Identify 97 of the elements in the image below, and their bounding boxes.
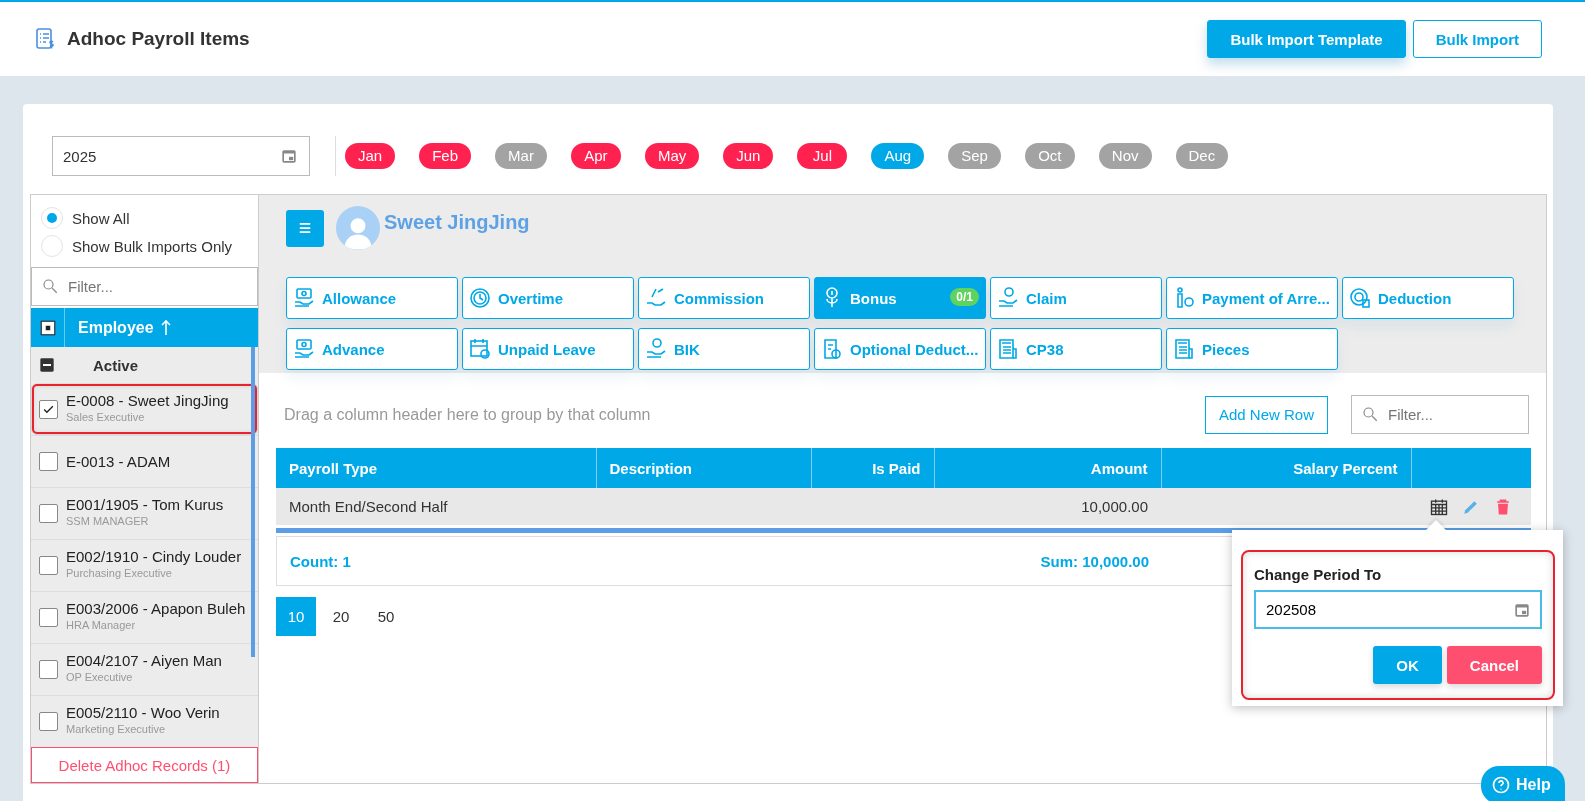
- table-cell: 10,000.00: [934, 488, 1161, 525]
- page-size-button[interactable]: 50: [366, 597, 406, 636]
- calendar-coin-icon: [468, 337, 492, 361]
- month-pill[interactable]: Sep: [948, 143, 1001, 169]
- checkbox[interactable]: [39, 608, 58, 627]
- employee-item[interactable]: E-0008 - Sweet JingJing Sales Executive: [31, 383, 258, 435]
- employee-role: HRA Manager: [66, 619, 137, 631]
- category-tab[interactable]: BIK: [638, 328, 810, 370]
- employee-role: OP Executive: [66, 671, 134, 683]
- month-pill[interactable]: Oct: [1024, 143, 1075, 169]
- search-icon: [41, 277, 59, 295]
- search-icon: [1361, 405, 1379, 423]
- coin-icon: [1348, 286, 1372, 310]
- month-pill[interactable]: Jun: [723, 143, 774, 169]
- employee-name: E-0008 - Sweet JingJing: [66, 392, 229, 409]
- column-header[interactable]: Description: [596, 448, 811, 488]
- filter-field[interactable]: Filter...: [1351, 395, 1529, 434]
- month-pill[interactable]: May: [644, 143, 700, 169]
- help-button[interactable]: Help: [1481, 766, 1565, 801]
- coin-hand-icon: [644, 337, 668, 361]
- ok-button[interactable]: OK: [1373, 646, 1442, 684]
- column-header[interactable]: Salary Percent: [1161, 448, 1411, 488]
- document-icon: [996, 337, 1020, 361]
- sum-summary: Sum: 10,000.00: [1039, 552, 1149, 570]
- employee-name: E-0013 - ADAM: [66, 453, 171, 470]
- help-icon: [1491, 775, 1511, 795]
- employee-role: Sales Executive: [66, 411, 146, 423]
- category-tab[interactable]: CP38: [990, 328, 1162, 370]
- employee-name: E005/2110 - Woo Verin: [66, 704, 220, 721]
- count-badge: 0/1: [950, 288, 979, 306]
- category-tab[interactable]: Pieces: [1166, 328, 1338, 370]
- month-pill[interactable]: Nov: [1098, 143, 1152, 169]
- employee-name: E001/1905 - Tom Kurus: [66, 496, 224, 513]
- month-pill[interactable]: Feb: [419, 143, 472, 169]
- checkbox[interactable]: [39, 504, 58, 523]
- delete-records-button[interactable]: Delete Adhoc Records (1): [31, 747, 258, 783]
- money-hand-icon: [292, 337, 316, 361]
- document-icon: [1172, 337, 1196, 361]
- filter-field[interactable]: Filter...: [31, 267, 258, 306]
- cancel-button[interactable]: Cancel: [1446, 646, 1542, 684]
- category-tab[interactable]: Payment of Arre...: [1166, 277, 1338, 319]
- column-header[interactable]: Is Paid: [811, 448, 934, 488]
- menu-button[interactable]: [286, 209, 324, 247]
- category-tab[interactable]: Deduction: [1342, 277, 1514, 319]
- month-pill[interactable]: Aug: [871, 143, 925, 169]
- coin-hand-icon: [996, 286, 1020, 310]
- category-tab[interactable]: Overtime: [462, 277, 634, 319]
- employee-role: Marketing Executive: [66, 723, 167, 735]
- column-header[interactable]: Amount: [934, 448, 1161, 488]
- employee-role: SSM MANAGER: [66, 515, 150, 527]
- select-all-checkbox[interactable]: [38, 318, 57, 337]
- clock-icon: [468, 286, 492, 310]
- period-field[interactable]: 202508: [1254, 590, 1542, 629]
- month-pill[interactable]: Apr: [570, 143, 621, 169]
- category-tab[interactable]: Optional Deduct...: [814, 328, 986, 370]
- column-header[interactable]: Employee: [78, 318, 154, 337]
- employee-role: Purchasing Executive: [66, 567, 173, 579]
- add-row-button[interactable]: Add New Row: [1204, 395, 1328, 434]
- bulk-import-button[interactable]: Bulk Import: [1412, 20, 1542, 58]
- category-tab[interactable]: Advance: [286, 328, 458, 370]
- category-tab[interactable]: Unpaid Leave: [462, 328, 634, 370]
- radio-option[interactable]: Show Bulk Imports Only: [41, 235, 258, 257]
- collapse-icon[interactable]: [39, 357, 55, 373]
- page-title: Adhoc Payroll Items: [67, 28, 251, 50]
- month-pill[interactable]: Mar: [495, 143, 547, 169]
- employee-name: E004/2107 - Aiyen Man: [66, 652, 222, 669]
- group-label: Active: [93, 356, 139, 374]
- checkbox[interactable]: [39, 452, 58, 471]
- employee-item[interactable]: E004/2107 - Aiyen Man OP Executive: [31, 643, 258, 695]
- month-pill[interactable]: Jan: [345, 143, 396, 169]
- employee-name: E003/2006 - Apapon Buleh: [66, 600, 246, 617]
- group-hint: Drag a column header here to group by that column: [284, 405, 652, 424]
- year-field[interactable]: 2025: [52, 136, 310, 176]
- month-pill[interactable]: Dec: [1175, 143, 1229, 169]
- radio-option[interactable]: Show All: [41, 207, 258, 229]
- month-pill[interactable]: Jul: [797, 143, 848, 169]
- receipt-icon: [33, 26, 57, 52]
- checkbox[interactable]: [39, 660, 58, 679]
- money-hand-icon: [292, 286, 316, 310]
- dialog-title: Change Period To: [1254, 566, 1383, 583]
- category-tab[interactable]: Claim: [990, 277, 1162, 319]
- page-size-button[interactable]: 10: [276, 597, 316, 636]
- check-icon: [42, 403, 55, 416]
- table-cell: Month End/Second Half: [276, 488, 596, 525]
- page-size-button[interactable]: 20: [321, 597, 361, 636]
- category-tab[interactable]: Allowance: [286, 277, 458, 319]
- checkbox[interactable]: [39, 556, 58, 575]
- category-tab[interactable]: Commission: [638, 277, 810, 319]
- employee-name: Sweet JingJing: [384, 210, 530, 234]
- checkbox[interactable]: [39, 712, 58, 731]
- bulk-import-button[interactable]: Bulk Import Template: [1207, 20, 1406, 58]
- menu-icon: [298, 221, 312, 235]
- checkbox[interactable]: [39, 400, 58, 419]
- category-tab[interactable]: Bonus 0/1: [814, 277, 986, 319]
- count-summary: Count: 1: [289, 552, 352, 570]
- column-header[interactable]: Payroll Type: [276, 448, 596, 488]
- employee-name: E002/1910 - Cindy Louder: [66, 548, 242, 565]
